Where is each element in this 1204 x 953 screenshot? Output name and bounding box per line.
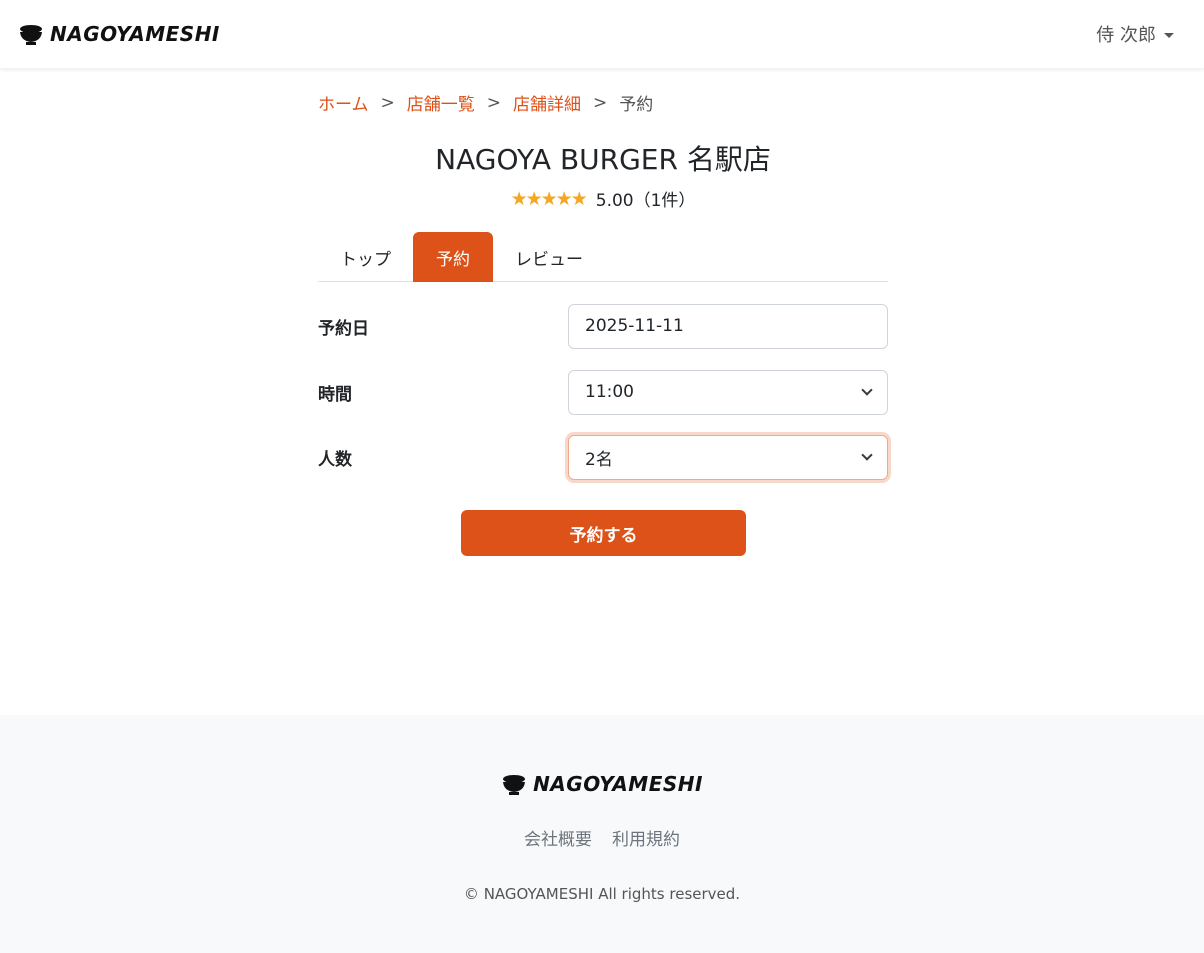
site-footer: NAGOYAMESHI 会社概要 利用規約 © NAGOYAMESHI All … bbox=[0, 715, 1204, 953]
people-value: 2名 bbox=[585, 449, 613, 470]
terms-link[interactable]: 利用規約 bbox=[612, 825, 680, 850]
footer-logo[interactable]: NAGOYAMESHI bbox=[0, 771, 1204, 797]
tab-reservation[interactable]: 予約 bbox=[413, 232, 493, 282]
time-value: 11:00 bbox=[585, 382, 634, 402]
chevron-down-icon bbox=[861, 383, 873, 396]
rice-bowl-icon bbox=[503, 775, 526, 795]
breadcrumb: ホーム > 店舗一覧 > 店舗詳細 > 予約 bbox=[318, 90, 654, 116]
footer-logo-text: NAGOYAMESHI bbox=[533, 772, 703, 796]
breadcrumb-detail-link[interactable]: 店舗詳細 bbox=[513, 90, 581, 115]
user-menu-dropdown[interactable]: 侍 次郎 bbox=[1096, 21, 1174, 47]
chevron-down-icon bbox=[861, 448, 873, 461]
breadcrumb-current: 予約 bbox=[619, 95, 654, 115]
tab-review[interactable]: レビュー bbox=[493, 232, 605, 282]
tab-top[interactable]: トップ bbox=[318, 232, 413, 282]
date-input[interactable]: 2025-11-11 bbox=[568, 303, 888, 349]
people-select[interactable]: 2名 bbox=[568, 434, 888, 480]
shop-name: NAGOYA BURGER 名駅店 bbox=[435, 143, 771, 176]
logo-text: NAGOYAMESHI bbox=[50, 22, 220, 46]
site-header: NAGOYAMESHI 侍 次郎 bbox=[0, 0, 1204, 68]
shop-rating: ★★★★★ 5.00（1件） bbox=[318, 186, 888, 212]
breadcrumb-separator: > bbox=[486, 92, 501, 113]
time-label: 時間 bbox=[318, 384, 352, 405]
people-row: 人数 2名 bbox=[318, 434, 888, 480]
company-link[interactable]: 会社概要 bbox=[524, 825, 592, 850]
star-rating-icon: ★★★★★ bbox=[510, 187, 588, 210]
rice-bowl-icon bbox=[20, 25, 42, 45]
people-label: 人数 bbox=[318, 449, 352, 470]
header-logo[interactable]: NAGOYAMESHI bbox=[18, 21, 220, 47]
copyright: © NAGOYAMESHI All rights reserved. bbox=[463, 885, 741, 903]
breadcrumb-list-link[interactable]: 店舗一覧 bbox=[407, 90, 475, 115]
reserve-button[interactable]: 予約する bbox=[461, 510, 746, 556]
caret-down-icon bbox=[1164, 32, 1174, 38]
breadcrumb-separator: > bbox=[380, 92, 395, 113]
time-select[interactable]: 11:00 bbox=[568, 369, 888, 415]
shop-tabs: トップ 予約 レビュー bbox=[318, 232, 888, 282]
user-name: 侍 次郎 bbox=[1096, 25, 1156, 46]
date-value: 2025-11-11 bbox=[585, 316, 684, 336]
date-row: 予約日 2025-11-11 bbox=[318, 303, 888, 349]
rating-text: 5.00（1件） bbox=[595, 191, 696, 211]
breadcrumb-home-link[interactable]: ホーム bbox=[318, 90, 369, 115]
breadcrumb-separator: > bbox=[593, 92, 608, 113]
date-label: 予約日 bbox=[318, 318, 369, 339]
time-row: 時間 11:00 bbox=[318, 369, 888, 415]
footer-links: 会社概要 利用規約 bbox=[0, 825, 1204, 850]
